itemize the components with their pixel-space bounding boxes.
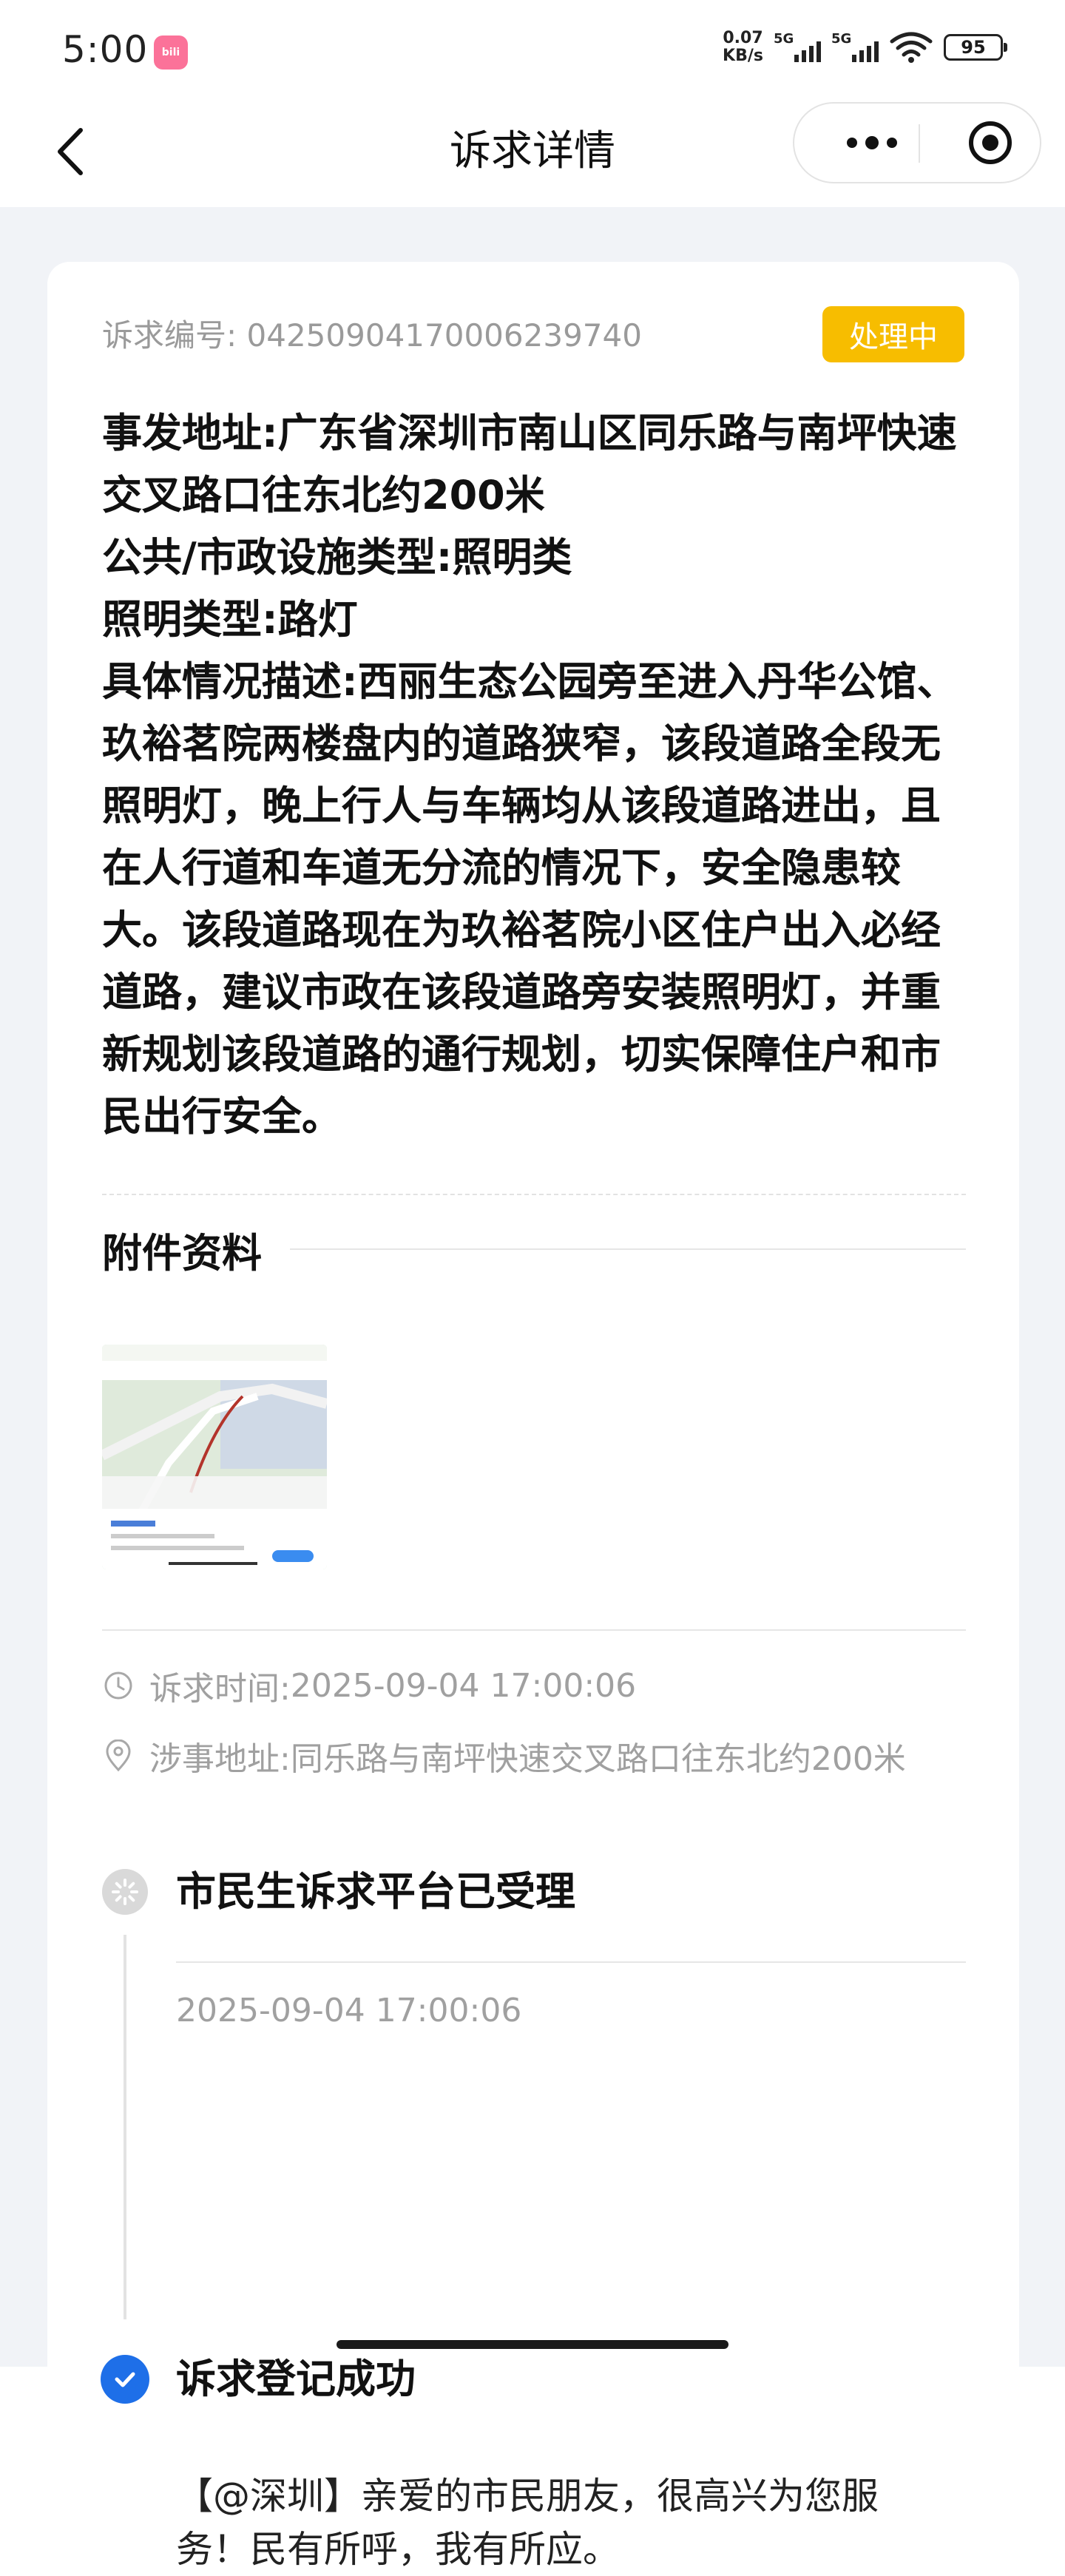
- case-number-label: 诉求编号:: [102, 317, 237, 354]
- facility-type: 公共/市政设施类型:照明类: [102, 534, 572, 581]
- involved-address-label: 涉事地址:: [149, 1740, 291, 1778]
- wifi-icon: [890, 32, 933, 63]
- status-badge: 处理中: [822, 306, 964, 362]
- check-circle-icon: [101, 2355, 149, 2404]
- mini-program-capsule: [793, 102, 1041, 183]
- status-time: 5:00: [62, 28, 149, 71]
- incident-address: 事发地址:广东省深圳市南山区同乐路与南坪快速交叉路口往东北约200米: [102, 410, 957, 518]
- dashed-divider: [102, 1194, 966, 1195]
- signal-icon: 5G: [774, 31, 821, 64]
- map-screenshot-image: [102, 1345, 327, 1569]
- signal-label: 5G: [774, 31, 794, 47]
- attachments-title: 附件资料: [102, 1229, 262, 1277]
- network-speed-unit: KB/s: [723, 47, 763, 65]
- battery-icon: 95: [944, 34, 1007, 61]
- status-bar: 5:00 bili 0.07 KB/s 5G 5G 95: [0, 0, 1065, 96]
- timeline-step-time: 2025-09-04 17:00:06: [176, 1992, 522, 2029]
- signal-label-2: 5G: [831, 31, 852, 47]
- more-dots-icon: [847, 136, 897, 149]
- attachment-thumbnail[interactable]: [102, 1345, 327, 1569]
- complaint-time-label: 诉求时间:: [149, 1670, 291, 1708]
- situation-description: 具体情况描述:西丽生态公园旁至进入丹华公馆、玖裕茗院两楼盘内的道路狭窄，该段道路…: [102, 658, 957, 1140]
- timeline-step-message: 【@深圳】亲爱的市民朋友，很高兴为您服务！民有所呼，我有所应。: [176, 2475, 879, 2571]
- complaint-time-row: 诉求时间: 2025-09-04 17:00:06: [102, 1660, 966, 1711]
- involved-address-row: 涉事地址: 同乐路与南坪快速交叉路口往东北约200米: [102, 1730, 966, 1782]
- target-circle-icon: [969, 121, 1012, 164]
- pending-spinner-icon: [102, 1869, 148, 1915]
- clock-icon: [102, 1669, 135, 1702]
- navigation-bar: 诉求详情: [0, 96, 1065, 207]
- more-button[interactable]: [831, 104, 913, 182]
- signal-icon-2: 5G: [831, 31, 879, 64]
- home-indicator[interactable]: [337, 2340, 728, 2349]
- status-indicators: 0.07 KB/s 5G 5G 95: [723, 30, 1007, 65]
- attachments-divider: [290, 1248, 966, 1250]
- capsule-divider: [919, 124, 920, 163]
- network-speed: 0.07 KB/s: [723, 30, 763, 65]
- timeline-connector: [124, 1935, 126, 2319]
- app-notification-icon: bili: [154, 36, 188, 70]
- timeline-step-title-2: 诉求登记成功: [176, 2356, 416, 2402]
- location-pin-icon: [102, 1740, 135, 1772]
- timeline-step-title: 市民生诉求平台已受理: [176, 1868, 575, 1915]
- involved-address-value: 同乐路与南坪快速交叉路口往东北约200米: [290, 1740, 906, 1778]
- meta-divider: [102, 1629, 966, 1631]
- attachments-header: 附件资料: [102, 1216, 966, 1282]
- detail-card: 诉求编号: 04250904170006239740 处理中 事发地址:广东省深…: [47, 262, 1019, 2571]
- complaint-description: 事发地址:广东省深圳市南山区同乐路与南坪快速交叉路口往东北约200米 公共/市政…: [102, 402, 966, 1148]
- case-number: 04250904170006239740: [246, 317, 642, 354]
- network-speed-value: 0.07: [723, 29, 763, 47]
- lighting-type: 照明类型:路灯: [102, 596, 358, 643]
- close-mini-program-button[interactable]: [950, 104, 1031, 182]
- complaint-time-value: 2025-09-04 17:00:06: [290, 1666, 637, 1705]
- timeline-step-divider: [176, 1961, 966, 1963]
